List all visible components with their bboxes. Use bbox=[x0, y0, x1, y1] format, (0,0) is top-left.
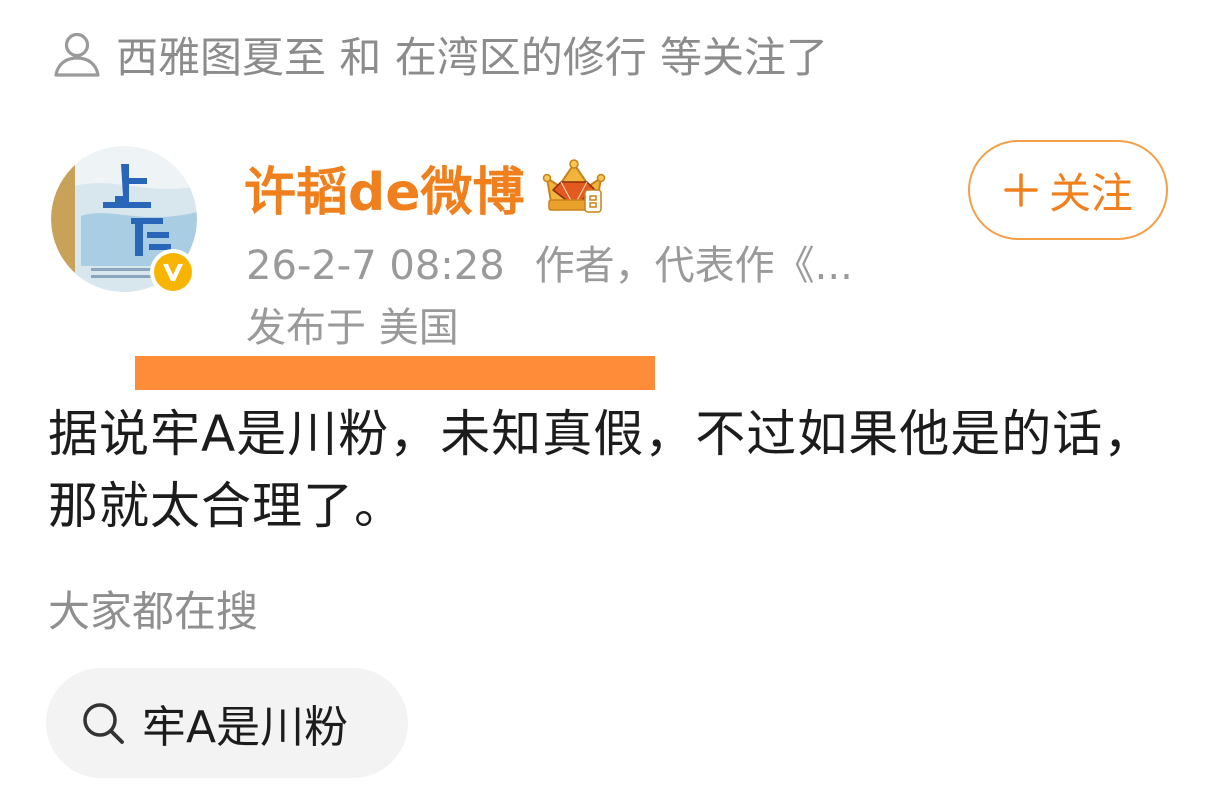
followed-by-text: 西雅图夏至 和 在湾区的修行 等关注了 bbox=[116, 32, 829, 82]
author-name[interactable]: 许韬de微博 bbox=[244, 150, 525, 225]
post-meta: 26-2-7 08:28 作者，代表作《... bbox=[246, 238, 853, 294]
trending-item-label: 牢A是川粉 bbox=[142, 702, 349, 753]
post-source: 作者，代表作《... bbox=[534, 243, 853, 289]
user-icon bbox=[54, 32, 100, 77]
author-name-row[interactable]: 许韬de微博 bbox=[244, 150, 609, 225]
trending-search-chip[interactable]: 牢A是川粉 bbox=[46, 668, 408, 778]
highlight-annotation bbox=[135, 356, 655, 390]
follow-button[interactable]: 关注 bbox=[968, 140, 1168, 240]
crown-icon bbox=[542, 159, 605, 213]
followed-by-hint[interactable]: 西雅图夏至 和 在湾区的修行 等关注了 bbox=[50, 24, 828, 84]
verified-v-icon bbox=[150, 249, 196, 295]
trending-title: 大家都在搜 bbox=[48, 587, 259, 636]
follow-button-label: 关注 bbox=[1048, 168, 1133, 218]
plus-icon bbox=[1004, 173, 1038, 207]
search-icon bbox=[83, 703, 124, 744]
post-location: 发布于 美国 bbox=[246, 305, 459, 351]
post-text: 据说牢A是川粉，未知真假，不过如果他是的话，那就太合理了。 bbox=[48, 405, 1155, 535]
post-time: 26-2-7 08:28 bbox=[246, 243, 505, 289]
